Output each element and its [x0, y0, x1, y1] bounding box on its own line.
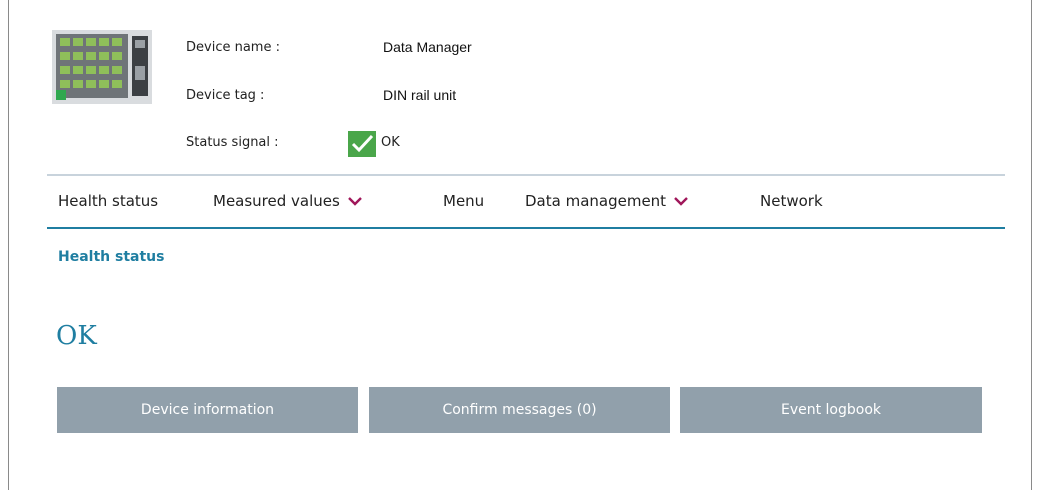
device-tag-value: DIN rail unit	[383, 87, 457, 103]
nav-item-network[interactable]: Network	[760, 192, 823, 210]
device-name-label: Device name :	[186, 40, 280, 55]
checkmark-icon	[348, 131, 376, 157]
nav-item-label: Menu	[443, 192, 485, 210]
breadcrumb: Health status	[58, 249, 165, 265]
nav-item-label: Measured values	[213, 192, 340, 210]
confirm-messages-button[interactable]: Confirm messages (0)	[369, 387, 670, 433]
health-status-value: OK	[56, 321, 97, 351]
nav-item-label: Health status	[58, 192, 159, 210]
status-signal-label: Status signal :	[186, 135, 279, 150]
nav-divider-active	[47, 227, 1005, 229]
nav-item-health-status[interactable]: Health status	[58, 192, 158, 210]
nav-item-label: Network	[760, 192, 823, 210]
nav-item-measured-values[interactable]: Measured values	[213, 192, 362, 210]
device-tag-label: Device tag :	[186, 88, 265, 103]
device-information-button[interactable]: Device information	[57, 387, 358, 433]
device-name-value: Data Manager	[383, 39, 472, 55]
device-image	[52, 30, 152, 104]
nav-item-label: Data management	[525, 192, 667, 210]
event-logbook-button[interactable]: Event logbook	[680, 387, 982, 433]
status-signal-value: OK	[381, 135, 400, 150]
chevron-down-icon	[347, 197, 362, 206]
nav-divider-top	[47, 174, 1005, 176]
nav-item-data-management[interactable]: Data management	[525, 192, 688, 210]
chevron-down-icon	[674, 197, 688, 206]
nav-item-menu[interactable]: Menu	[443, 192, 484, 210]
